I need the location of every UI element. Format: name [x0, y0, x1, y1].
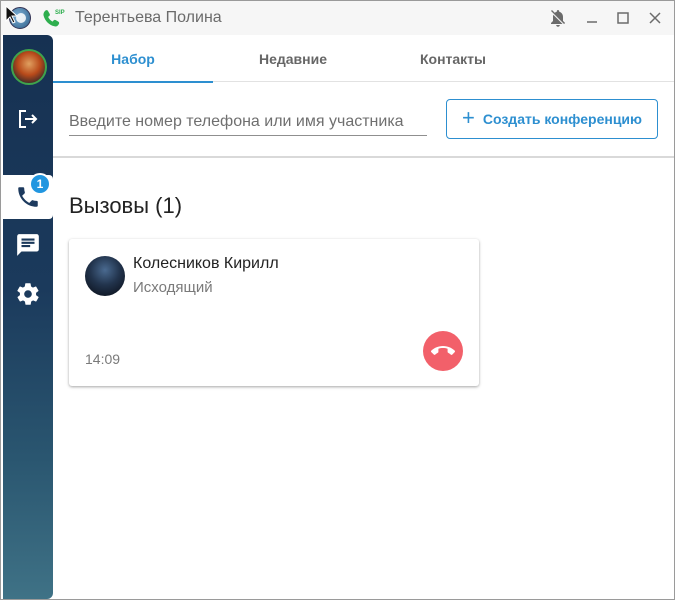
svg-text:SIP: SIP [55, 10, 65, 16]
close-button[interactable] [644, 7, 666, 29]
calls-badge: 1 [29, 173, 51, 195]
calls-heading: Вызовы (1) [69, 193, 183, 218]
minimize-button[interactable] [581, 7, 603, 29]
logout-icon [19, 110, 38, 128]
create-conference-label: Создать конференцию [482, 111, 642, 127]
sidebar-item-settings[interactable] [3, 272, 53, 316]
tab-dial[interactable]: Набор [53, 35, 213, 83]
contact-avatar [85, 256, 125, 296]
sidebar-item-chat[interactable] [3, 223, 53, 267]
hangup-icon [431, 346, 455, 355]
chat-icon [17, 234, 39, 256]
title-bar: SIP Терентьева Полина [1, 1, 674, 35]
maximize-button[interactable] [612, 7, 634, 29]
hangup-button[interactable] [423, 331, 463, 371]
mouse-cursor-icon [5, 5, 19, 24]
phone-search-input[interactable] [69, 108, 427, 136]
call-status: Исходящий [133, 279, 213, 296]
window-title: Терентьева Полина [75, 9, 222, 26]
sip-phone-icon: SIP [43, 10, 65, 27]
tab-bar: Набор Недавние Контакты [53, 35, 674, 83]
gear-icon [17, 283, 39, 305]
app-window: SIP Терентьева Полина 1 Набор Недавние К… [0, 0, 675, 600]
sidebar: 1 [3, 35, 53, 599]
notifications-off-icon[interactable] [547, 7, 569, 29]
tab-contacts[interactable]: Контакты [373, 35, 533, 82]
sidebar-item-calls[interactable]: 1 [3, 173, 53, 219]
logout-button[interactable] [3, 97, 53, 141]
dial-panel: + Создать конференцию [53, 82, 674, 158]
call-card[interactable]: Колесников Кирилл Исходящий 14:09 [69, 239, 479, 386]
call-time: 14:09 [85, 351, 121, 367]
create-conference-button[interactable]: + Создать конференцию [446, 99, 658, 139]
contact-name: Колесников Кирилл [133, 255, 279, 272]
plus-icon: + [462, 105, 475, 130]
user-avatar[interactable] [11, 49, 47, 85]
tab-recent[interactable]: Недавние [213, 35, 373, 82]
